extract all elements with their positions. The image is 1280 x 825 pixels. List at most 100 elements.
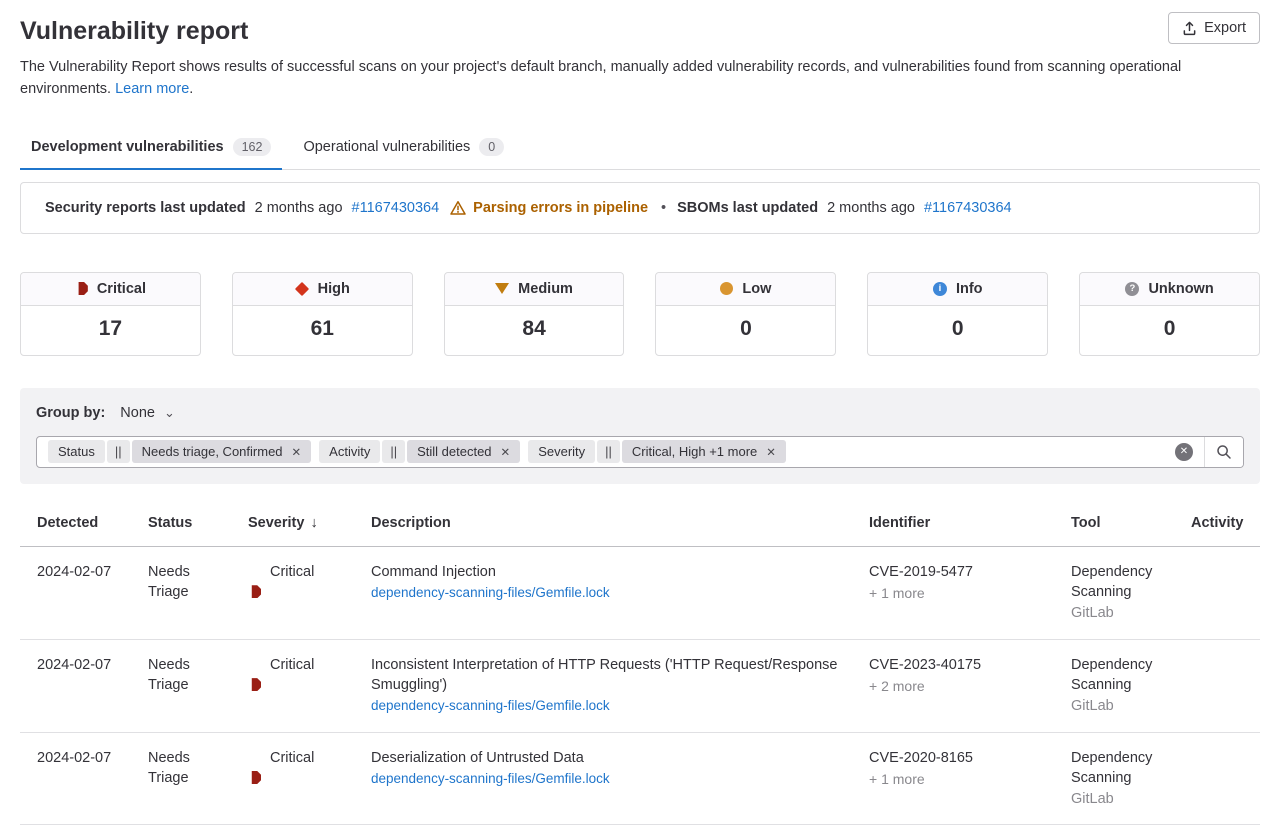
security-pipeline-link[interactable]: #1167430364 [352, 200, 440, 216]
tab-operational-vulnerabilities[interactable]: Operational vulnerabilities 0 [292, 128, 515, 169]
filtered-search-bar[interactable]: Status || Needs triage, Confirmed ✕ Acti… [36, 436, 1244, 468]
vulnerability-table: Detected Status Severity↓ Description Id… [20, 500, 1260, 825]
search-icon [1216, 444, 1232, 460]
location-link[interactable]: dependency-scanning-files/Gemfile.lock [371, 584, 849, 603]
status-cell: Needs Triage [148, 733, 248, 825]
activity-cell [1191, 640, 1260, 732]
description-period: . [189, 81, 193, 97]
vulnerability-title[interactable]: Command Injection [371, 562, 849, 582]
filter-token-status: Status || Needs triage, Confirmed ✕ [48, 440, 311, 463]
identifier-main: CVE-2023-40175 [869, 655, 1051, 675]
group-by-value: None [120, 405, 155, 421]
tab-development-vulnerabilities[interactable]: Development vulnerabilities 162 [20, 128, 282, 170]
column-header-status[interactable]: Status [148, 500, 248, 546]
filter-token-severity: Severity || Critical, High +1 more ✕ [528, 440, 786, 463]
vulnerability-title[interactable]: Inconsistent Interpretation of HTTP Requ… [371, 655, 849, 696]
status-cell: Needs Triage [148, 547, 248, 639]
chevron-down-icon: ⌄ [164, 405, 175, 421]
tab-label: Development vulnerabilities [31, 139, 224, 155]
severity-card-low: Low 0 [655, 272, 836, 356]
search-button[interactable] [1204, 436, 1243, 468]
page-header: Vulnerability report Export [20, 12, 1260, 46]
column-header-tool[interactable]: Tool [1071, 500, 1191, 546]
identifier-main: CVE-2020-8165 [869, 748, 1051, 768]
severity-critical-icon [248, 771, 261, 784]
tool-cell: Dependency Scanning GitLab [1071, 547, 1191, 639]
sbom-pipeline-link[interactable]: #1167430364 [924, 200, 1012, 216]
detected-cell: 2024-02-07 [20, 733, 148, 825]
tool-vendor: GitLab [1071, 789, 1157, 809]
severity-unknown-icon: ? [1125, 282, 1139, 296]
tool-cell: Dependency Scanning GitLab [1071, 640, 1191, 732]
identifier-more: + 1 more [869, 770, 1051, 790]
description-cell: Inconsistent Interpretation of HTTP Requ… [371, 640, 869, 732]
page-description: The Vulnerability Report shows results o… [20, 57, 1260, 101]
pipeline-warning[interactable]: Parsing errors in pipeline [450, 200, 648, 216]
card-label: Critical [97, 281, 146, 297]
severity-cell: Critical [248, 640, 371, 732]
sbom-label: SBOMs last updated [677, 200, 818, 216]
remove-token-icon[interactable]: ✕ [501, 445, 511, 459]
detected-cell: 2024-02-07 [20, 547, 148, 639]
token-operator[interactable]: || [597, 440, 620, 463]
column-header-activity[interactable]: Activity [1191, 500, 1260, 546]
severity-high-icon [295, 281, 309, 295]
location-link[interactable]: dependency-scanning-files/Gemfile.lock [371, 697, 849, 716]
tab-count-badge: 162 [233, 138, 272, 156]
tool-name: Dependency Scanning [1071, 562, 1157, 603]
clear-filters-icon[interactable]: ✕ [1175, 443, 1193, 461]
description-cell: Command Injection dependency-scanning-fi… [371, 547, 869, 639]
group-by-label: Group by: [36, 405, 105, 421]
identifier-cell: CVE-2019-5477 + 1 more [869, 547, 1071, 639]
export-button[interactable]: Export [1168, 12, 1260, 44]
remove-token-icon[interactable]: ✕ [292, 445, 302, 459]
token-value[interactable]: Needs triage, Confirmed ✕ [132, 440, 312, 463]
card-label: Unknown [1148, 281, 1213, 297]
table-row[interactable]: 2024-02-07 Needs Triage Critical Command… [20, 547, 1260, 640]
detected-cell: 2024-02-07 [20, 640, 148, 732]
column-header-detected[interactable]: Detected [20, 500, 148, 546]
tool-name: Dependency Scanning [1071, 655, 1157, 696]
warning-text: Parsing errors in pipeline [473, 200, 648, 216]
severity-critical-icon [248, 678, 261, 691]
column-header-description[interactable]: Description [371, 500, 869, 546]
severity-summary-cards: Critical 17 High 61 Medium 84 Low 0 [20, 272, 1260, 356]
identifier-cell: CVE-2023-40175 + 2 more [869, 640, 1071, 732]
tool-vendor: GitLab [1071, 696, 1157, 716]
location-link[interactable]: dependency-scanning-files/Gemfile.lock [371, 770, 849, 789]
vulnerability-title[interactable]: Deserialization of Untrusted Data [371, 748, 849, 768]
card-label: High [318, 281, 350, 297]
card-count: 0 [1080, 306, 1259, 355]
remove-token-icon[interactable]: ✕ [766, 445, 776, 459]
card-count: 0 [868, 306, 1047, 355]
severity-critical-icon [248, 585, 261, 598]
status-cell: Needs Triage [148, 640, 248, 732]
tab-count-badge: 0 [479, 138, 504, 156]
security-reports-time: 2 months ago [255, 200, 343, 216]
report-tabs: Development vulnerabilities 162 Operatio… [20, 128, 1260, 170]
card-count: 17 [21, 306, 200, 355]
token-operator[interactable]: || [382, 440, 405, 463]
column-header-severity[interactable]: Severity↓ [248, 500, 371, 546]
table-row[interactable]: 2024-02-07 Needs Triage Critical Deseria… [20, 733, 1260, 825]
description-cell: Deserialization of Untrusted Data depend… [371, 733, 869, 825]
token-value[interactable]: Still detected ✕ [407, 440, 520, 463]
vulnerability-report-page: Vulnerability report Export The Vulnerab… [0, 0, 1280, 825]
filter-token-activity: Activity || Still detected ✕ [319, 440, 520, 463]
column-header-identifier[interactable]: Identifier [869, 500, 1071, 546]
token-name[interactable]: Severity [528, 440, 595, 463]
tool-vendor: GitLab [1071, 603, 1157, 623]
table-row[interactable]: 2024-02-07 Needs Triage Critical Inconsi… [20, 640, 1260, 733]
token-name[interactable]: Status [48, 440, 105, 463]
scan-status-bar: Security reports last updated 2 months a… [20, 182, 1260, 234]
tab-label: Operational vulnerabilities [303, 139, 470, 155]
group-by-dropdown[interactable]: None ⌄ [120, 405, 175, 421]
severity-medium-icon [495, 283, 509, 294]
identifier-main: CVE-2019-5477 [869, 562, 1051, 582]
severity-card-medium: Medium 84 [444, 272, 625, 356]
severity-card-info: i Info 0 [867, 272, 1048, 356]
learn-more-link[interactable]: Learn more [115, 81, 189, 97]
token-value[interactable]: Critical, High +1 more ✕ [622, 440, 786, 463]
token-operator[interactable]: || [107, 440, 130, 463]
token-name[interactable]: Activity [319, 440, 380, 463]
